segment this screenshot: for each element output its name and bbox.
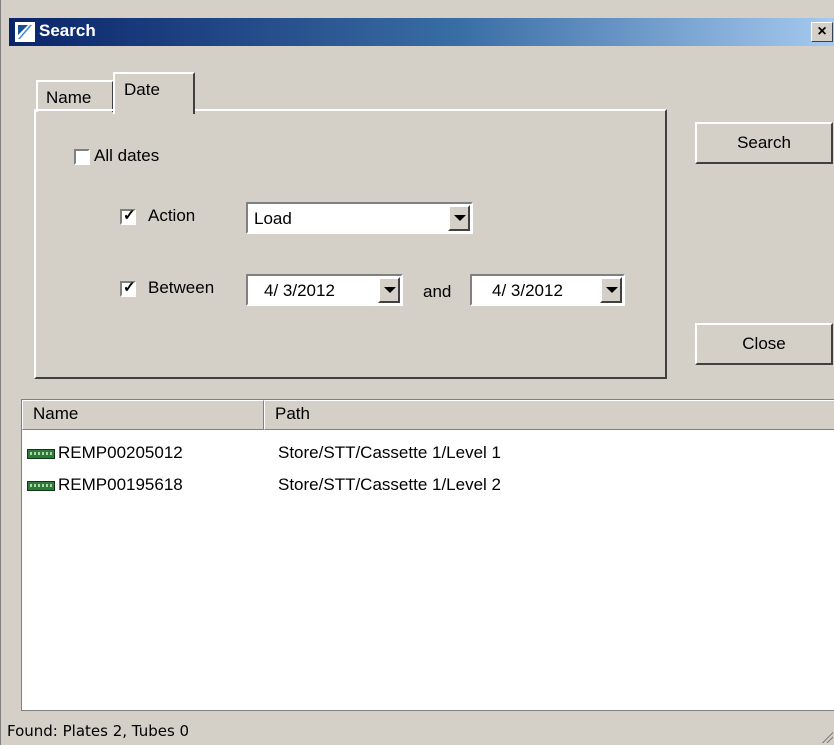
all-dates-checkbox[interactable] [74,149,90,165]
status-text: Found: Plates 2, Tubes 0 [7,722,190,740]
search-dialog: Search × Name Date All dates ✓ Action Lo… [0,0,834,745]
search-button[interactable]: Search [695,122,833,164]
date-tab-panel: All dates ✓ Action Load ✓ Between 4/ 3/2… [34,109,667,379]
column-header-path[interactable]: Path [264,400,834,430]
resize-grip-icon[interactable] [819,729,833,743]
window-title: Search [39,21,96,40]
status-bar: Found: Plates 2, Tubes 0 [1,716,834,745]
list-item[interactable]: REMP00195618 Store/STT/Cassette 1/Level … [22,475,834,499]
all-dates-label: All dates [94,146,160,165]
action-label: Action [148,206,196,225]
item-path: Store/STT/Cassette 1/Level 2 [278,475,501,494]
action-value: Load [254,209,292,228]
action-checkbox[interactable]: ✓ [120,207,136,225]
chevron-down-icon[interactable] [600,277,622,303]
from-date-value: 4/ 3/2012 [264,281,335,300]
item-name: REMP00195618 [58,475,183,494]
item-name: REMP00205012 [58,443,183,462]
title-bar[interactable]: Search × [9,18,834,46]
list-header: Name Path [22,400,834,430]
close-window-button[interactable]: × [811,22,833,42]
item-path: Store/STT/Cassette 1/Level 1 [278,443,501,462]
to-date-value: 4/ 3/2012 [492,281,563,300]
to-date-picker[interactable]: 4/ 3/2012 [470,274,625,306]
and-label: and [423,282,452,301]
plate-icon [27,481,55,491]
list-item[interactable]: REMP00205012 Store/STT/Cassette 1/Level … [22,443,834,467]
tab-name[interactable]: Name [36,80,114,112]
between-label: Between [148,278,215,297]
check-icon: ✓ [123,207,136,224]
chevron-down-icon[interactable] [448,205,470,231]
chevron-down-icon[interactable] [378,277,400,303]
between-checkbox[interactable]: ✓ [120,279,136,297]
plate-icon [27,449,55,459]
check-icon: ✓ [123,279,136,296]
tab-date[interactable]: Date [113,72,195,114]
column-header-name[interactable]: Name [22,400,264,430]
action-combo[interactable]: Load [246,202,473,234]
results-list[interactable]: Name Path REMP00205012 Store/STT/Cassett… [21,399,834,711]
close-button[interactable]: Close [695,323,833,365]
from-date-picker[interactable]: 4/ 3/2012 [246,274,403,306]
app-icon [15,22,35,42]
